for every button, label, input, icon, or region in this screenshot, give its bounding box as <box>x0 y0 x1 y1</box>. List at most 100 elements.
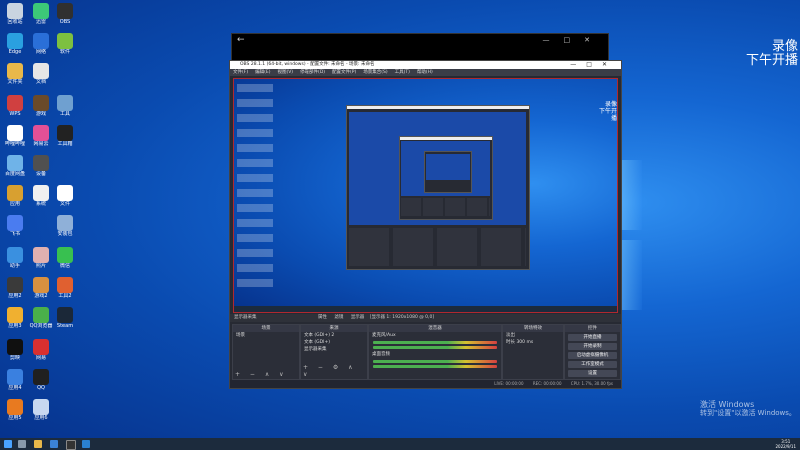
desktop-icon[interactable]: 安装包 <box>52 215 78 237</box>
transition-select[interactable]: 淡出 <box>503 332 563 339</box>
desktop-icon-label: 哔哩哔哩 <box>4 141 25 147</box>
desktop-icon[interactable]: 工具 <box>52 95 78 117</box>
desktop-icon[interactable]: 回收站 <box>2 3 28 25</box>
desktop-icons: 回收站 迅雷 OBS Edge 网络 软件文件夹 文档 WPS 游戏 工具哔哩哔哩 网易云 工具箱百度… <box>0 0 90 438</box>
desktop-icon[interactable]: 文档 <box>28 63 54 85</box>
desktop-icon[interactable]: 文件夹 <box>2 63 28 85</box>
desktop-icon[interactable]: 百度网盘 <box>2 155 28 177</box>
desktop-icon-label: 应用 <box>9 201 20 207</box>
desktop-icon[interactable]: 网易 <box>28 339 54 361</box>
menu-item[interactable]: 视图(V) <box>277 70 293 75</box>
menu-item[interactable]: 工具(T) <box>395 70 410 75</box>
desktop-icon[interactable]: 设备 <box>28 155 54 177</box>
sources-toolbar[interactable]: + − ⚙ ∧ ∨ <box>303 364 367 378</box>
app-icon <box>33 399 49 415</box>
app-taskbar-icon[interactable] <box>82 440 90 448</box>
start-recording-button[interactable]: 开始录制 <box>568 343 617 350</box>
menu-item[interactable]: 帮助(H) <box>417 70 433 75</box>
obs-window[interactable]: OBS 28.1.1 (64-bit, windows) - 配置文件: 未命名… <box>229 60 622 389</box>
rec-status: REC: 00:00:00 <box>532 381 562 386</box>
source-item[interactable]: 显示器采集 <box>301 346 367 353</box>
studio-mode-button[interactable]: 工作室模式 <box>568 361 617 368</box>
desktop-icon[interactable]: 应用2 <box>2 277 28 299</box>
desktop-icon[interactable]: 剪映 <box>2 339 28 361</box>
desktop-icon[interactable]: WPS <box>2 95 28 117</box>
obs-preview[interactable]: 录像 下午开播 <box>233 78 618 313</box>
desktop-icon[interactable]: 哔哩哔哩 <box>2 125 28 147</box>
app-icon <box>7 215 23 231</box>
desktop-icon[interactable]: 网络 <box>28 33 54 55</box>
menu-item[interactable]: 配置文件(P) <box>332 70 356 75</box>
menu-item[interactable]: 停靠部件(D) <box>300 70 325 75</box>
desktop-icon-label: 助手 <box>9 263 20 269</box>
desktop-icon[interactable]: 飞书 <box>2 215 28 237</box>
duration-input[interactable]: 300 ms <box>516 340 533 345</box>
app-icon <box>57 247 73 263</box>
desktop-icon[interactable]: 应用3 <box>2 307 28 329</box>
app-icon <box>33 63 49 79</box>
desktop-icon[interactable]: 应用 <box>2 185 28 207</box>
desktop-icon[interactable]: 微信 <box>52 247 78 269</box>
app-icon <box>33 185 49 201</box>
desktop-icon[interactable]: 应用6 <box>28 399 54 421</box>
desktop-icon[interactable]: 迅雷 <box>28 3 54 25</box>
filters-button[interactable]: 滤镜 <box>334 315 343 320</box>
window-controls[interactable]: —□✕ <box>570 61 617 69</box>
menu-item[interactable]: 文件(F) <box>233 70 248 75</box>
desktop-icon-label: 系统 <box>35 201 46 207</box>
desktop-icon-label: 飞书 <box>9 231 20 237</box>
scenes-dock: 场景 场景 + − ∧ ∨ <box>232 324 300 380</box>
back-arrow-icon[interactable]: ← <box>237 35 245 45</box>
desktop-icon-label: 工具 <box>59 111 70 117</box>
source-item[interactable]: 文本 (GDI+) <box>301 339 367 346</box>
app-icon <box>57 33 73 49</box>
scenes-toolbar[interactable]: + − ∧ ∨ <box>235 371 288 378</box>
scene-item[interactable]: 场景 <box>233 332 299 339</box>
desktop-icon[interactable]: OBS <box>52 3 78 25</box>
source-item[interactable]: 文本 (GDI+) 2 <box>301 332 367 339</box>
desktop-icon[interactable]: 游戏 <box>28 95 54 117</box>
desktop-icon-label: 文件 <box>59 201 70 207</box>
mixer-dock-title: 混音器 <box>369 325 501 332</box>
desktop-icon-label: 工具2 <box>58 293 72 299</box>
nested-obs-1 <box>346 105 530 270</box>
desktop-icon[interactable]: 工具2 <box>52 277 78 299</box>
settings-button[interactable]: 设置 <box>568 370 617 377</box>
desktop-icon[interactable]: 助手 <box>2 247 28 269</box>
desktop-icon[interactable]: 照片 <box>28 247 54 269</box>
live-status: LIVE: 00:00:00 <box>494 381 524 386</box>
desktop-icon[interactable]: QQ浏览器 <box>28 307 54 329</box>
properties-button[interactable]: 属性 <box>318 315 327 320</box>
menu-item[interactable]: 编辑(E) <box>255 70 270 75</box>
file-explorer-icon[interactable] <box>50 440 58 448</box>
search-icon[interactable] <box>18 440 26 448</box>
start-icon[interactable] <box>4 440 12 448</box>
desktop-icon[interactable]: 系统 <box>28 185 54 207</box>
virtual-camera-button[interactable]: 启动虚拟摄像机 <box>568 352 617 359</box>
transitions-dock: 转场特效 淡出 时长 300 ms <box>502 324 564 380</box>
menu-item[interactable]: 场景集合(S) <box>363 70 387 75</box>
display-select[interactable]: [显示器 1: 1920x1080 @ 0,0] <box>370 315 434 320</box>
desktop-icon-label: 迅雷 <box>35 19 46 25</box>
desktop-icon[interactable]: 软件 <box>52 33 78 55</box>
desktop-icon[interactable]: Steam <box>52 307 78 329</box>
desktop-icon-label: 安装包 <box>57 231 73 237</box>
desktop-icon[interactable]: 应用5 <box>2 399 28 421</box>
start-streaming-button[interactable]: 开始直播 <box>568 334 617 341</box>
desktop-icon[interactable]: 网易云 <box>28 125 54 147</box>
desktop-icon[interactable]: 文件 <box>52 185 78 207</box>
desktop-icon[interactable]: 游戏2 <box>28 277 54 299</box>
app-icon <box>7 63 23 79</box>
overlay-line1: 录像 <box>771 39 798 54</box>
task-view-icon[interactable] <box>34 440 42 448</box>
clock[interactable]: 3:51 2022/9/11 <box>775 439 796 449</box>
desktop-icon[interactable]: 应用4 <box>2 369 28 391</box>
window-buttons[interactable]: —□✕ <box>543 36 604 44</box>
obs-taskbar-icon[interactable] <box>66 440 76 450</box>
obs-menubar: 文件(F) 编辑(E) 视图(V) 停靠部件(D) 配置文件(P) 场景集合(S) 工具(T… <box>230 69 621 76</box>
desktop-icon[interactable]: QQ <box>28 369 54 391</box>
desktop-icon-label: 网络 <box>35 49 46 55</box>
app-icon <box>57 215 73 231</box>
desktop-icon[interactable]: Edge <box>2 33 28 55</box>
desktop-icon[interactable]: 工具箱 <box>52 125 78 147</box>
